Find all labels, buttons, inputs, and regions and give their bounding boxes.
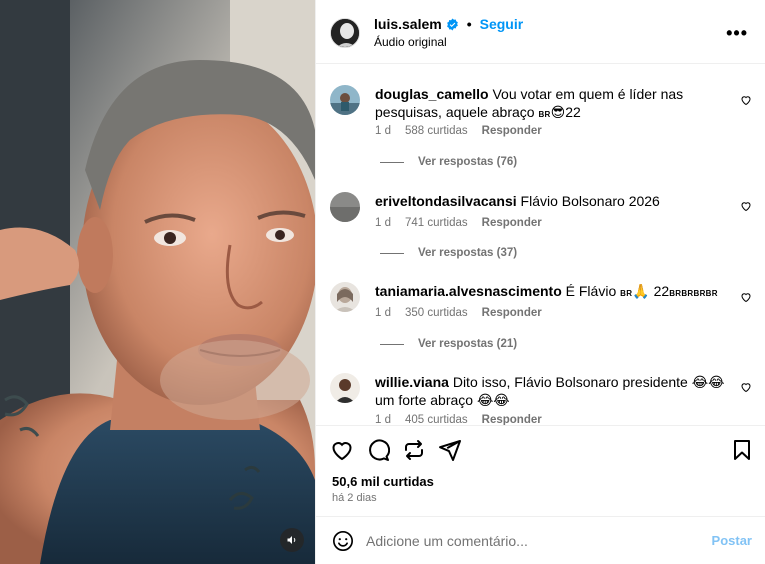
comment-age: 1 d [375,307,391,319]
flag-br-icon: BR [620,289,633,298]
author-username[interactable]: luis.salem [374,16,442,32]
sound-icon [287,536,296,544]
comment-text: taniamaria.alvesnascimento É Flávio BR🙏 … [375,282,725,303]
avatar[interactable] [330,282,360,312]
comment-body-tail: 22 [565,104,581,120]
reply-button[interactable]: Responder [482,217,542,229]
more-options-icon[interactable]: ••• [726,24,748,42]
comment-age: 1 d [375,414,391,425]
replies-divider [380,161,404,163]
reply-button[interactable]: Responder [482,307,542,319]
comment-username[interactable]: eriveltondasilvacansi [375,193,517,209]
like-comment-heart-icon[interactable] [740,381,752,393]
post-date[interactable]: há 2 dias [332,492,377,504]
comments-list[interactable]: douglas_camello Vou votar em quem é líde… [316,65,765,425]
view-replies-label: Ver respostas (21) [418,338,518,350]
likes-count[interactable]: 50,6 mil curtidas [332,474,434,489]
avatar[interactable] [330,192,360,222]
comment-meta: 1 d 405 curtidas Responder [375,414,542,425]
reel-video[interactable] [0,0,315,564]
heart-icon[interactable] [330,438,354,462]
view-replies-button[interactable]: Ver respostas (37) [380,247,517,259]
author-avatar-image [331,19,359,47]
like-comment-heart-icon[interactable] [740,94,752,106]
reply-button[interactable]: Responder [482,414,542,425]
comment-body: Flávio Bolsonaro 2026 [520,193,660,209]
comment-text: willie.viana Dito isso, Flávio Bolsonaro… [375,373,725,409]
comment-body: É Flávio [565,283,621,299]
like-comment-heart-icon[interactable] [740,200,752,212]
like-comment-heart-icon[interactable] [740,291,752,303]
original-audio-link[interactable]: Áudio original [374,35,447,49]
comment-meta: 1 d 588 curtidas Responder [375,125,542,137]
avatar[interactable] [330,85,360,115]
comment-username[interactable]: douglas_camello [375,86,489,102]
comment-username[interactable]: taniamaria.alvesnascimento [375,283,562,299]
share-icon[interactable] [402,438,426,462]
reply-button[interactable]: Responder [482,125,542,137]
comment-username[interactable]: willie.viana [375,374,449,390]
send-icon[interactable] [438,438,462,462]
comment-likes[interactable]: 588 curtidas [405,125,468,137]
avatar[interactable] [330,373,360,403]
replies-divider [380,252,404,254]
comment-age: 1 d [375,125,391,137]
author-line: luis.salem • Seguir [374,16,523,32]
author-avatar[interactable] [330,18,360,48]
comment-text: douglas_camello Vou votar em quem é líde… [375,85,725,124]
reel-video-frame [0,0,315,564]
header-separator: • [466,16,472,32]
view-replies-label: Ver respostas (37) [418,247,518,259]
comment-likes[interactable]: 405 curtidas [405,414,468,425]
save-icon[interactable] [730,438,754,462]
comment-text: eriveltondasilvacansi Flávio Bolsonaro 2… [375,192,725,210]
commenter-avatar-image [330,85,360,115]
commenter-avatar-image [330,192,360,222]
post-side-panel: luis.salem • Seguir Áudio original ••• d… [315,0,765,564]
comment-likes[interactable]: 741 curtidas [405,217,468,229]
flag-br-icons: BRBRBRBR [669,289,718,298]
comment-meta: 1 d 350 curtidas Responder [375,307,542,319]
comment-input[interactable] [366,530,686,552]
post-header: luis.salem • Seguir Áudio original ••• [316,0,765,64]
post-comment-button[interactable]: Postar [712,533,752,548]
view-replies-button[interactable]: Ver respostas (76) [380,156,517,168]
post-actions: 50,6 mil curtidas há 2 dias [316,425,765,517]
comment-likes[interactable]: 350 curtidas [405,307,468,319]
verified-icon [446,18,458,30]
sound-toggle-button[interactable] [280,528,304,552]
comment-meta: 1 d 741 curtidas Responder [375,217,542,229]
comment-composer: Postar [316,518,765,564]
comment-icon[interactable] [366,438,390,462]
view-replies-button[interactable]: Ver respostas (21) [380,338,517,350]
commenter-avatar-image [330,282,360,312]
post-dialog: luis.salem • Seguir Áudio original ••• d… [0,0,765,564]
praying-hands-emoji: 🙏 [632,283,650,299]
flag-br-icon: BR [538,110,551,119]
comment-body-tail: 22 [649,283,670,299]
view-replies-label: Ver respostas (76) [418,156,518,168]
follow-button[interactable]: Seguir [480,16,524,32]
emoji-icon[interactable] [332,530,354,552]
commenter-avatar-image [330,373,360,403]
sunglasses-emoji: 😎 [550,104,566,120]
comment-age: 1 d [375,217,391,229]
replies-divider [380,343,404,345]
